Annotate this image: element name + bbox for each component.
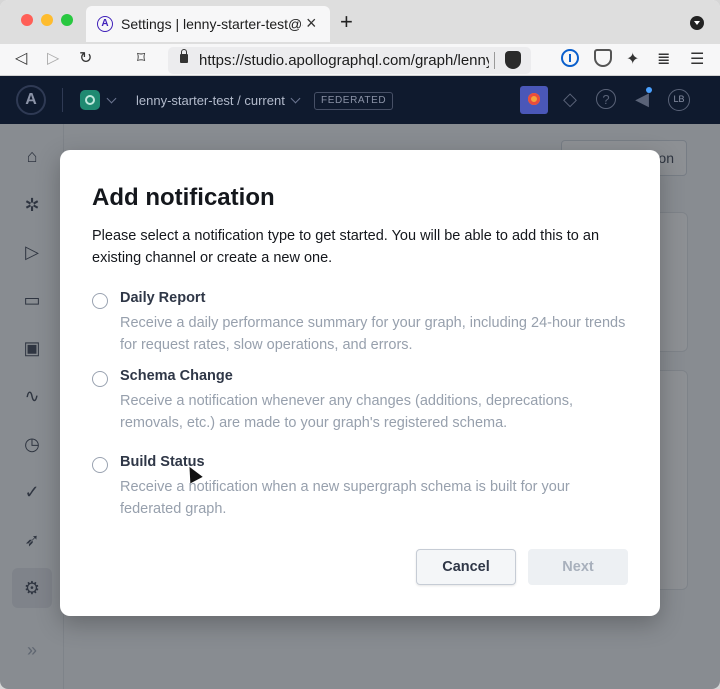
header-divider [62, 88, 63, 112]
forward-button[interactable]: ▷ [47, 48, 59, 68]
close-window-button[interactable] [21, 14, 33, 26]
tab-list-icon[interactable] [690, 16, 704, 30]
playlist-icon[interactable]: ≣ [657, 49, 675, 68]
cancel-button[interactable]: Cancel [416, 549, 516, 585]
chevron-down-icon[interactable] [290, 93, 301, 104]
option-label[interactable]: Daily Report [120, 290, 205, 306]
pocket-icon[interactable] [594, 49, 612, 67]
bookmark-icon[interactable]: ⌑ [137, 48, 145, 68]
option-description: Receive a daily performance summary for … [120, 315, 626, 353]
option-label[interactable]: Schema Change [120, 368, 233, 384]
navigation-bar: ◁ ▷ ↻ ⌑ https://studio.apollographql.com… [0, 44, 720, 76]
new-tab-button[interactable]: + [340, 9, 353, 35]
studio-header: A lenny-starter-test / current FEDERATED… [0, 76, 720, 124]
modal-description: Please select a notification type to get… [92, 228, 600, 266]
layers-icon[interactable]: ◇ [560, 89, 580, 109]
apollo-logo-icon[interactable]: A [16, 85, 46, 115]
maximize-window-button[interactable] [61, 14, 73, 26]
help-icon[interactable]: ? [596, 89, 616, 109]
minimize-window-button[interactable] [41, 14, 53, 26]
address-bar-divider [494, 52, 495, 69]
graph-variant-selector[interactable]: lenny-starter-test / current [136, 93, 285, 108]
tab-close-icon[interactable]: × [306, 13, 317, 34]
browser-tab[interactable]: A Settings | lenny-starter-test@current … [86, 6, 330, 42]
menu-icon[interactable]: ☰ [690, 49, 708, 68]
graph-avatar[interactable] [80, 90, 100, 110]
extensions-icon[interactable]: ✦ [626, 49, 644, 68]
org-avatar[interactable] [520, 86, 548, 114]
reload-button[interactable]: ↻ [79, 48, 92, 68]
apollo-favicon-icon: A [97, 16, 113, 32]
notification-dot [646, 87, 652, 93]
option-description: Receive a notification when a new superg… [120, 479, 570, 517]
password-manager-icon[interactable] [561, 49, 579, 67]
user-avatar[interactable]: LB [668, 89, 690, 111]
address-bar[interactable]: https://studio.apollographql.com/graph/l… [168, 47, 531, 74]
next-button[interactable]: Next [528, 549, 628, 585]
build-status-radio[interactable] [92, 457, 108, 473]
lock-icon [180, 49, 188, 63]
tab-title: Settings | lenny-starter-test@current [121, 16, 303, 32]
add-notification-modal: Add notification Please select a notific… [60, 150, 660, 616]
back-button[interactable]: ◁ [15, 48, 27, 68]
chevron-down-icon[interactable] [106, 93, 117, 104]
schema-change-radio[interactable] [92, 371, 108, 387]
brave-shield-icon[interactable] [505, 51, 521, 69]
modal-title: Add notification [92, 184, 275, 211]
option-description: Receive a notification whenever any chan… [120, 393, 573, 431]
daily-report-radio[interactable] [92, 293, 108, 309]
federated-badge: FEDERATED [314, 92, 394, 110]
url-text[interactable]: https://studio.apollographql.com/graph/l… [199, 52, 489, 69]
tab-bar: A Settings | lenny-starter-test@current … [0, 0, 720, 44]
browser-window: A Settings | lenny-starter-test@current … [0, 0, 720, 689]
